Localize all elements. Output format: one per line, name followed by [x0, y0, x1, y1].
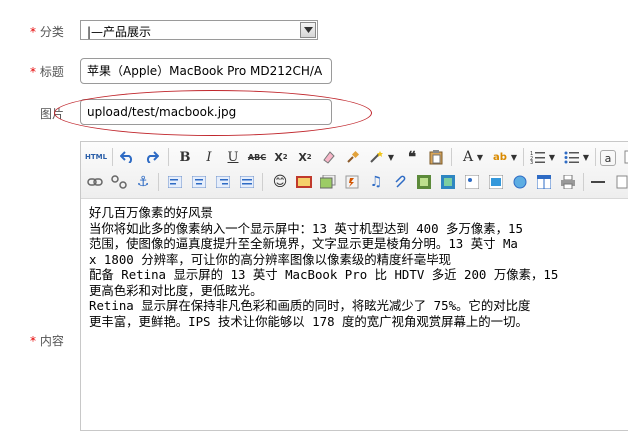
- category-label: 分类: [39, 25, 64, 39]
- more-tools-icon[interactable]: [613, 173, 628, 191]
- html-source-label: HTML: [84, 153, 108, 161]
- toolbar-divider: [262, 173, 263, 191]
- emoticon-icon[interactable]: 😊: [271, 173, 289, 191]
- horizontal-rule-icon[interactable]: [589, 173, 607, 191]
- category-select-value: |—产品展示: [87, 25, 152, 39]
- toolbar-divider: [158, 173, 159, 191]
- content-label-group: * 内容: [30, 332, 64, 349]
- underline-icon[interactable]: U: [224, 148, 242, 166]
- toolbar-divider: [451, 148, 452, 166]
- svg-text:3: 3: [530, 160, 533, 164]
- html-source-button[interactable]: HTML: [85, 148, 107, 166]
- toolbar-divider: [168, 148, 169, 166]
- music-icon[interactable]: ♫: [367, 173, 385, 191]
- align-center-icon[interactable]: [190, 173, 208, 191]
- editor-toolbar: HTML B I U ABC X2 X2 ▼ ❝ A ▼ ab ▼ 1 2 3 …: [81, 142, 628, 199]
- paste-text-icon[interactable]: [427, 148, 445, 166]
- align-left-icon[interactable]: [166, 173, 184, 191]
- more-tools-icon[interactable]: [621, 148, 628, 166]
- toolbar-divider: [583, 173, 584, 191]
- category-label-group: * 分类: [30, 23, 64, 40]
- code-block-icon[interactable]: [487, 173, 505, 191]
- content-line: 当你将如此多的像素纳入一个显示屏中：13 英寸机型达到 400 多万像素，15: [89, 220, 523, 236]
- title-label-group: * 标题: [30, 63, 64, 80]
- chevron-down-icon[interactable]: ▼: [547, 148, 557, 166]
- chevron-down-icon[interactable]: ▼: [581, 148, 591, 166]
- superscript-icon[interactable]: X2: [272, 148, 290, 166]
- toolbar-divider: [595, 148, 596, 166]
- content-line: 配备 Retina 显示屏的 13 英寸 MacBook Pro 比 HDTV …: [89, 267, 559, 282]
- unlink-icon[interactable]: [110, 173, 128, 191]
- template-icon[interactable]: [463, 173, 481, 191]
- blockquote-icon[interactable]: ❝: [403, 148, 421, 166]
- italic-icon[interactable]: I: [200, 148, 218, 166]
- align-right-icon[interactable]: [214, 173, 232, 191]
- chevron-down-icon[interactable]: [300, 22, 316, 38]
- bold-icon[interactable]: B: [176, 148, 194, 166]
- print-icon[interactable]: [559, 173, 577, 191]
- toolbar-divider: [112, 148, 113, 166]
- link-icon[interactable]: [86, 173, 104, 191]
- web-page-icon[interactable]: [511, 173, 529, 191]
- chevron-down-icon[interactable]: ▼: [475, 148, 485, 166]
- required-mark: *: [30, 65, 36, 79]
- map-icon[interactable]: [439, 173, 457, 191]
- paragraph-format-icon[interactable]: a: [600, 150, 616, 166]
- title-label: 标题: [39, 65, 64, 79]
- magic-wand-icon[interactable]: [368, 148, 386, 166]
- content-line: Retina 显示屏在保持非凡色彩和画质的同时，将眩光减少了 75%。它的对比度: [89, 298, 531, 313]
- image-gallery-icon[interactable]: [319, 173, 337, 191]
- redo-icon[interactable]: [143, 148, 161, 166]
- content-line: 更高色彩和对比度，更低眩光。: [89, 282, 263, 298]
- required-mark: *: [30, 334, 36, 348]
- table-icon[interactable]: [535, 173, 553, 191]
- strikethrough-icon[interactable]: ABC: [248, 148, 266, 166]
- content-line: 好几百万像素的好风景: [89, 205, 213, 220]
- required-mark: *: [30, 25, 36, 39]
- flash-icon[interactable]: [343, 173, 361, 191]
- content-line: 范围，使图像的逼真度提升至全新境界，文字显示更是棱角分明。13 英寸 Ma: [89, 236, 518, 251]
- insert-media-icon[interactable]: [415, 173, 433, 191]
- image-icon[interactable]: [295, 173, 313, 191]
- category-select[interactable]: |—产品展示: [80, 20, 318, 40]
- eraser-icon[interactable]: [320, 148, 338, 166]
- chevron-down-icon[interactable]: ▼: [509, 148, 519, 166]
- title-input[interactable]: 苹果（Apple）MacBook Pro MD212CH/A: [80, 58, 332, 84]
- rich-text-editor[interactable]: HTML B I U ABC X2 X2 ▼ ❝ A ▼ ab ▼ 1 2 3 …: [80, 141, 628, 431]
- highlight-ellipse: [54, 90, 372, 136]
- chevron-down-icon[interactable]: ▼: [386, 148, 396, 166]
- toolbar-divider: [523, 148, 524, 166]
- undo-icon[interactable]: [118, 148, 136, 166]
- format-brush-icon[interactable]: [344, 148, 362, 166]
- content-line: 更丰富，更鲜艳。IPS 技术让你能够以 178 度的宽广视角观赏屏幕上的一切。: [89, 313, 528, 329]
- editor-content[interactable]: 好几百万像素的好风景 当你将如此多的像素纳入一个显示屏中：13 英寸机型达到 4…: [89, 205, 628, 329]
- align-justify-icon[interactable]: [238, 173, 256, 191]
- unordered-list-icon[interactable]: [563, 148, 581, 166]
- subscript-icon[interactable]: X2: [296, 148, 314, 166]
- content-label: 内容: [39, 334, 64, 348]
- highlight-color-icon[interactable]: ab: [491, 148, 509, 166]
- anchor-icon[interactable]: ⚓: [134, 173, 152, 191]
- attachment-icon[interactable]: [391, 173, 409, 191]
- content-line: x 1800 分辨率，可让你的高分辨率图像以像素级的精度纤毫毕现: [89, 251, 451, 267]
- ordered-list-icon[interactable]: 123: [529, 148, 547, 166]
